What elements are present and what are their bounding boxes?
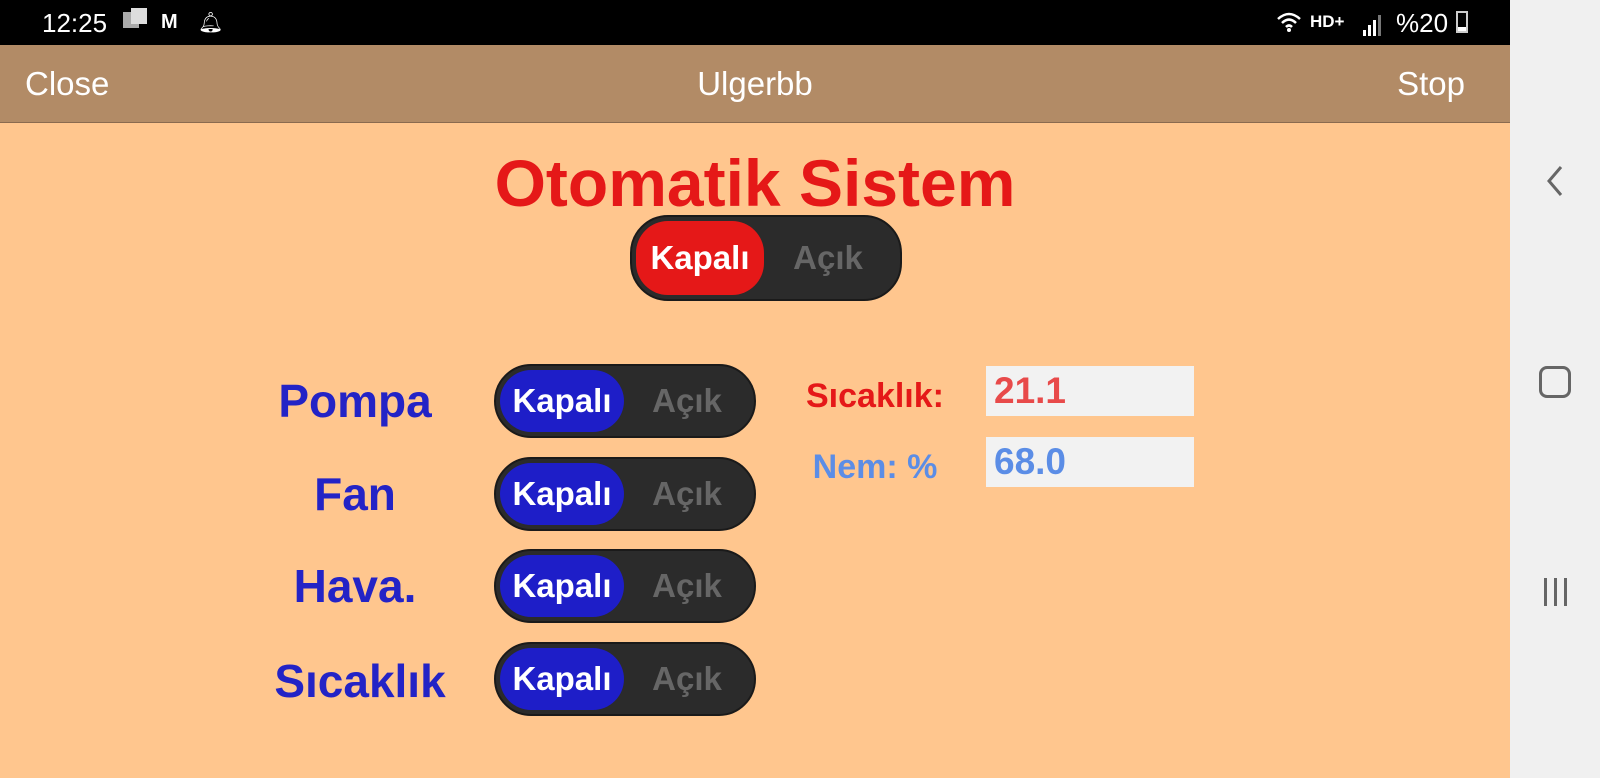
recent-apps-icon[interactable] (1510, 578, 1600, 606)
humidity-label: Nem: % (812, 448, 938, 486)
gmail-icon: M (161, 10, 178, 33)
pompa-label: Pompa (278, 375, 432, 427)
temperature-label: Sıcaklık: (806, 377, 944, 415)
bell-icon: 🔔︎ (198, 11, 224, 34)
status-bar: 12:25 M 🔔︎ HD+ %20 (0, 0, 1510, 45)
pompa-toggle-off-label: Kapalı (500, 370, 624, 432)
close-button[interactable]: Close (25, 65, 109, 103)
hd-label: HD+ (1310, 12, 1345, 31)
navigation-bar (1510, 0, 1600, 778)
status-time: 12:25 (42, 8, 108, 38)
temperature-field[interactable]: 21.1 (986, 366, 1194, 416)
sicaklik-toggle-off-label: Kapalı (500, 648, 624, 710)
hava-toggle-on-label: Açık (652, 567, 722, 604)
stop-button[interactable]: Stop (1397, 65, 1465, 103)
fan-toggle[interactable]: Kapalı Açık (494, 457, 756, 531)
master-toggle-off-label: Kapalı (636, 221, 764, 295)
hava-toggle-off-label: Kapalı (500, 555, 624, 617)
master-toggle[interactable]: Kapalı Açık (630, 215, 902, 301)
pompa-toggle[interactable]: Kapalı Açık (494, 364, 756, 438)
app-bar: Ulgerbb Close Stop (0, 45, 1510, 123)
back-icon[interactable] (1510, 162, 1600, 207)
home-icon[interactable] (1510, 366, 1600, 403)
fan-toggle-off-label: Kapalı (500, 463, 624, 525)
page-title: Otomatik Sistem (494, 146, 1016, 220)
master-toggle-on-label: Açık (793, 239, 863, 276)
sicaklik-toggle-on-label: Açık (652, 660, 722, 697)
hava-toggle[interactable]: Kapalı Açık (494, 549, 756, 623)
fan-label: Fan (314, 468, 396, 520)
battery-text: %20 (1396, 8, 1449, 38)
app-title: Ulgerbb (697, 65, 813, 102)
sicaklik-label: Sıcaklık (274, 655, 446, 707)
battery-icon (1456, 11, 1468, 33)
signal-icon (1362, 8, 1382, 36)
gallery-icon (123, 8, 149, 36)
fan-toggle-on-label: Açık (652, 475, 722, 512)
wifi-icon (1276, 8, 1302, 36)
sicaklik-toggle[interactable]: Kapalı Açık (494, 642, 756, 716)
humidity-field[interactable]: 68.0 (986, 437, 1194, 487)
pompa-toggle-on-label: Açık (652, 382, 722, 419)
main-panel: Otomatik Sistem Kapalı Açık Pompa Kapalı… (0, 123, 1510, 778)
hava-label: Hava. (293, 560, 417, 612)
